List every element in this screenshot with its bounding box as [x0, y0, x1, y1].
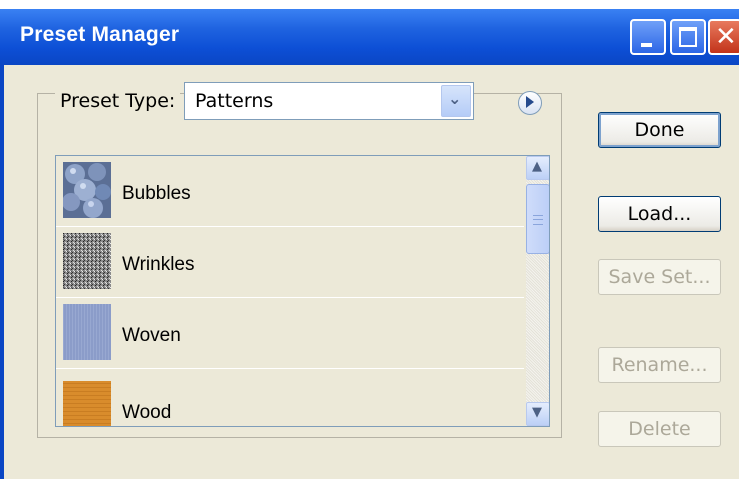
- window-title: Preset Manager: [20, 23, 180, 46]
- preset-type-label: Preset Type:: [55, 90, 181, 112]
- save-set-button[interactable]: Save Set...: [598, 259, 721, 295]
- list-item[interactable]: Bubbles: [56, 156, 524, 227]
- dropdown-arrow-button[interactable]: ⌄: [441, 85, 471, 117]
- panel-menu-button[interactable]: [518, 91, 542, 115]
- chevron-down-icon: ▼: [532, 405, 542, 420]
- minimize-icon: [641, 43, 652, 47]
- play-arrow-icon: [526, 96, 534, 108]
- wrinkles-thumbnail: [63, 233, 111, 289]
- maximize-button[interactable]: [670, 19, 706, 55]
- woven-thumbnail: [63, 304, 111, 360]
- preset-type-select[interactable]: Patterns ⌄: [184, 82, 474, 120]
- delete-button[interactable]: Delete: [598, 411, 721, 447]
- list-item[interactable]: Woven: [56, 298, 524, 369]
- chevron-down-icon: ⌄: [448, 89, 462, 108]
- list-item-label: Wood: [122, 402, 172, 423]
- divider: [474, 101, 518, 102]
- preset-list[interactable]: Bubbles Wrinkles Woven Wood ▲ ▼: [55, 155, 550, 427]
- done-button[interactable]: Done: [598, 112, 721, 148]
- close-button[interactable]: ✕: [708, 19, 739, 55]
- list-item-label: Wrinkles: [122, 254, 195, 275]
- vertical-scrollbar[interactable]: ▲ ▼: [526, 156, 549, 426]
- maximize-icon: [679, 27, 697, 47]
- window-border: [0, 65, 4, 479]
- rename-button[interactable]: Rename...: [598, 347, 721, 383]
- load-button[interactable]: Load...: [598, 196, 721, 232]
- list-item[interactable]: Wood: [56, 369, 524, 426]
- preset-type-value: Patterns: [195, 90, 274, 112]
- title-bar[interactable]: Preset Manager ✕: [0, 9, 739, 65]
- wood-thumbnail: [63, 381, 111, 426]
- grip-icon: [533, 215, 543, 225]
- chevron-up-icon: ▲: [532, 159, 542, 174]
- list-item-label: Bubbles: [122, 183, 191, 204]
- bubbles-thumbnail: [62, 162, 111, 218]
- scroll-up-button[interactable]: ▲: [526, 156, 549, 180]
- scroll-thumb[interactable]: [526, 184, 549, 254]
- list-item[interactable]: Wrinkles: [56, 227, 524, 298]
- list-item-label: Woven: [122, 325, 181, 346]
- close-icon: ✕: [715, 22, 737, 52]
- minimize-button[interactable]: [630, 19, 666, 55]
- scroll-down-button[interactable]: ▼: [526, 402, 549, 426]
